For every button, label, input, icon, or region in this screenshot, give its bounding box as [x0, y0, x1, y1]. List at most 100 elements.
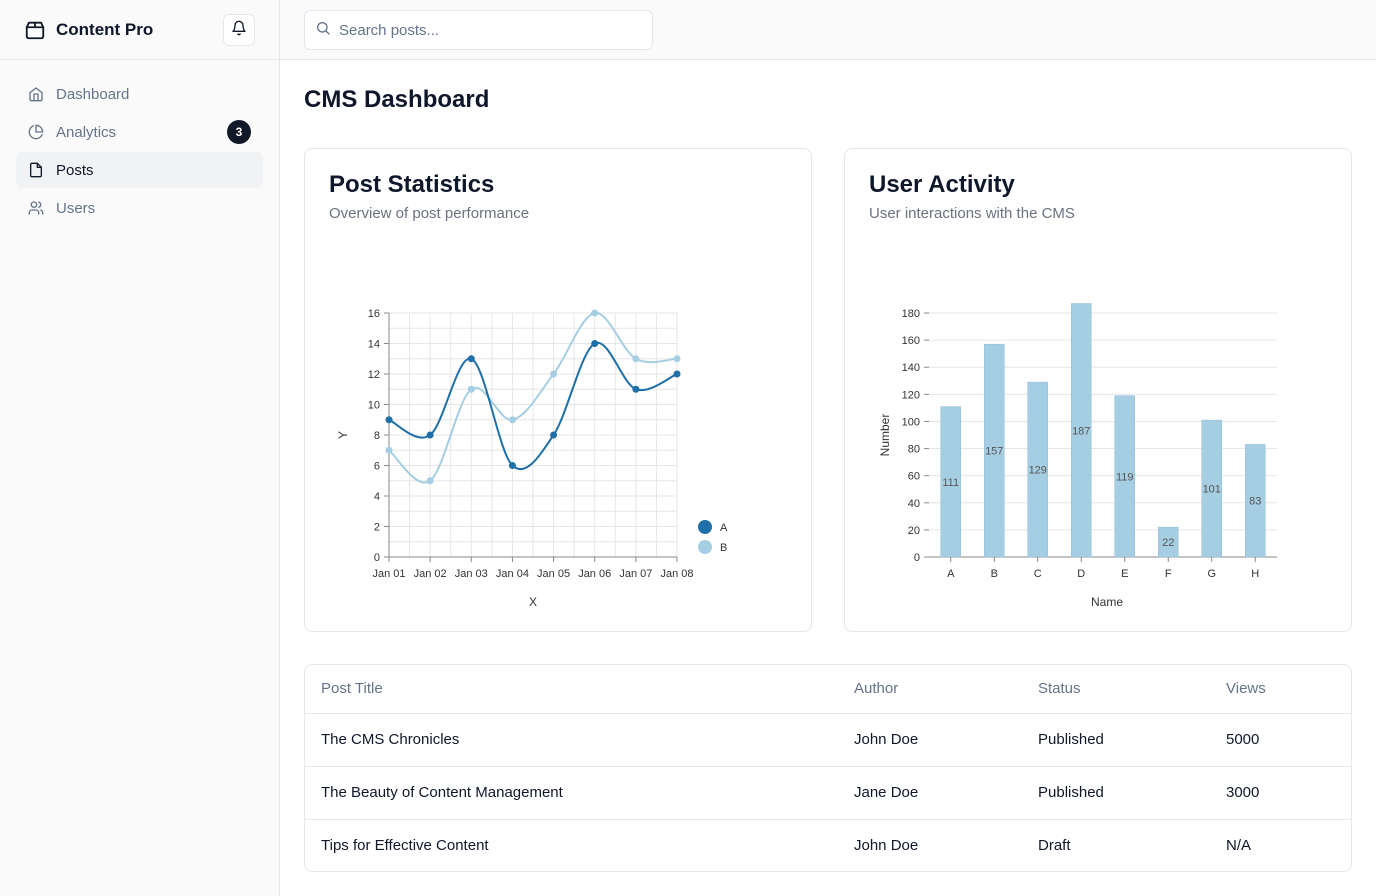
- table-row[interactable]: The Beauty of Content Management Jane Do…: [305, 766, 1351, 820]
- notification-count-badge: 3: [227, 120, 251, 144]
- data-point-a: [632, 385, 640, 393]
- column-header-views: Views: [1210, 665, 1351, 714]
- data-point-b: [591, 309, 599, 317]
- column-header-status: Status: [1022, 665, 1210, 714]
- y-tick-label: 0: [914, 552, 920, 564]
- table-header-row: Post Title Author Status Views: [305, 665, 1351, 714]
- file-icon: [28, 162, 44, 178]
- bar-value-label: 111: [942, 477, 959, 489]
- legend-marker-a: [698, 520, 712, 534]
- card-title: User Activity: [869, 171, 1015, 198]
- y-tick-label: 8: [374, 430, 380, 442]
- y-tick-label: 20: [908, 525, 920, 537]
- status-cell: Published: [1022, 766, 1210, 820]
- views-cell: 5000: [1210, 713, 1351, 767]
- x-axis-title: Name: [1091, 595, 1123, 609]
- table-row[interactable]: Tips for Effective Content John Doe Draf…: [305, 819, 1351, 871]
- card-subtitle: Overview of post performance: [329, 205, 530, 222]
- x-tick-label: Jan 05: [537, 568, 570, 580]
- sidebar-item-label: Dashboard: [56, 85, 130, 103]
- home-icon: [28, 86, 44, 102]
- x-tick-label: Jan 03: [455, 568, 488, 580]
- status-cell: Draft: [1038, 837, 1071, 855]
- column-header-author: Author: [838, 665, 1022, 714]
- views-cell: 3000: [1210, 766, 1351, 820]
- author-cell: John Doe: [854, 837, 919, 855]
- y-tick-label: 14: [368, 339, 380, 351]
- sidebar-item-label: Users: [56, 199, 96, 217]
- sidebar-item-dashboard[interactable]: Dashboard: [16, 76, 263, 112]
- x-tick-label: C: [1034, 568, 1042, 580]
- bar-value-label: 119: [1116, 471, 1134, 483]
- pie-chart-icon: [28, 124, 44, 140]
- user-activity-card: 0 20 40 60 80 100 120 140 160 180 111 A 157 B 129 C 187 D…: [844, 148, 1352, 632]
- package-icon: [24, 19, 46, 41]
- bar-value-label: 22: [1162, 537, 1174, 549]
- y-tick-label: 10: [368, 400, 380, 412]
- author-cell: John Doe: [838, 713, 1022, 767]
- y-tick-label: 0: [374, 552, 380, 564]
- x-tick-label: G: [1207, 568, 1216, 580]
- x-tick-label: H: [1251, 568, 1259, 580]
- x-tick-label: Jan 08: [660, 568, 693, 580]
- post-title-cell: The CMS Chronicles: [305, 713, 838, 767]
- bar-value-label: 83: [1249, 496, 1261, 508]
- post-title-cell: Tips for Effective Content: [321, 837, 489, 855]
- sidebar-item-posts[interactable]: Posts: [16, 152, 263, 188]
- y-tick-label: 60: [908, 471, 920, 483]
- table-row[interactable]: The CMS Chronicles John Doe Published 50…: [305, 713, 1351, 767]
- posts-table: Post Title Author Status Views The CMS C…: [305, 665, 1351, 871]
- brand-row: Content Pro: [0, 0, 279, 60]
- y-tick-label: 6: [374, 461, 380, 473]
- search-input[interactable]: [339, 21, 629, 39]
- y-tick-label: 40: [908, 498, 920, 510]
- x-tick-label: Jan 02: [414, 568, 447, 580]
- y-axis-title: Number: [878, 414, 892, 457]
- bar-value-label: 187: [1072, 425, 1090, 437]
- card-subtitle: User interactions with the CMS: [869, 205, 1075, 222]
- x-tick-label: A: [947, 568, 955, 580]
- sidebar-nav: Dashboard Analytics 3 Posts Users: [0, 60, 279, 244]
- y-tick-label: 2: [374, 522, 380, 534]
- views-cell: N/A: [1226, 837, 1252, 855]
- data-point-b: [426, 477, 434, 485]
- x-tick-label: D: [1077, 568, 1085, 580]
- users-icon: [28, 200, 44, 216]
- notifications-button[interactable]: [223, 14, 255, 46]
- app-name: Content Pro: [56, 19, 154, 39]
- data-point-a: [550, 431, 558, 439]
- y-tick-label: 120: [902, 389, 920, 401]
- posts-table-container: Post Title Author Status Views The CMS C…: [304, 664, 1352, 872]
- data-point-a: [673, 370, 681, 378]
- y-tick-label: 140: [902, 362, 920, 374]
- data-point-a: [385, 416, 393, 424]
- x-tick-label: E: [1121, 568, 1128, 580]
- legend-marker-b: [698, 540, 712, 554]
- data-point-b: [632, 355, 640, 363]
- data-point-a: [591, 340, 599, 347]
- bar-value-label: 101: [1203, 484, 1221, 496]
- card-title: Post Statistics: [329, 171, 495, 198]
- sidebar-item-analytics[interactable]: Analytics 3: [16, 114, 263, 150]
- sidebar-item-label: Posts: [56, 161, 94, 179]
- status-cell: Published: [1022, 713, 1210, 767]
- search-icon: [315, 20, 331, 41]
- sidebar-item-label: Analytics: [56, 123, 117, 141]
- y-tick-label: 100: [902, 416, 920, 428]
- column-header-title: Post Title: [305, 665, 838, 714]
- data-point-b: [673, 355, 681, 363]
- x-tick-label: Jan 01: [372, 568, 405, 580]
- x-tick-label: Jan 07: [619, 568, 652, 580]
- data-point-a: [508, 462, 516, 469]
- search-box[interactable]: [304, 10, 653, 50]
- author-cell: Jane Doe: [838, 766, 1022, 820]
- bar-value-label: 129: [1029, 465, 1047, 477]
- legend-label: A: [720, 522, 728, 534]
- data-point-a: [426, 431, 434, 439]
- y-axis-title: Y: [336, 431, 350, 439]
- y-tick-label: 80: [908, 444, 920, 456]
- sidebar-item-users[interactable]: Users: [16, 190, 263, 226]
- data-point-a: [467, 355, 475, 363]
- x-tick-label: Jan 04: [496, 568, 529, 580]
- page-title: CMS Dashboard: [304, 86, 490, 113]
